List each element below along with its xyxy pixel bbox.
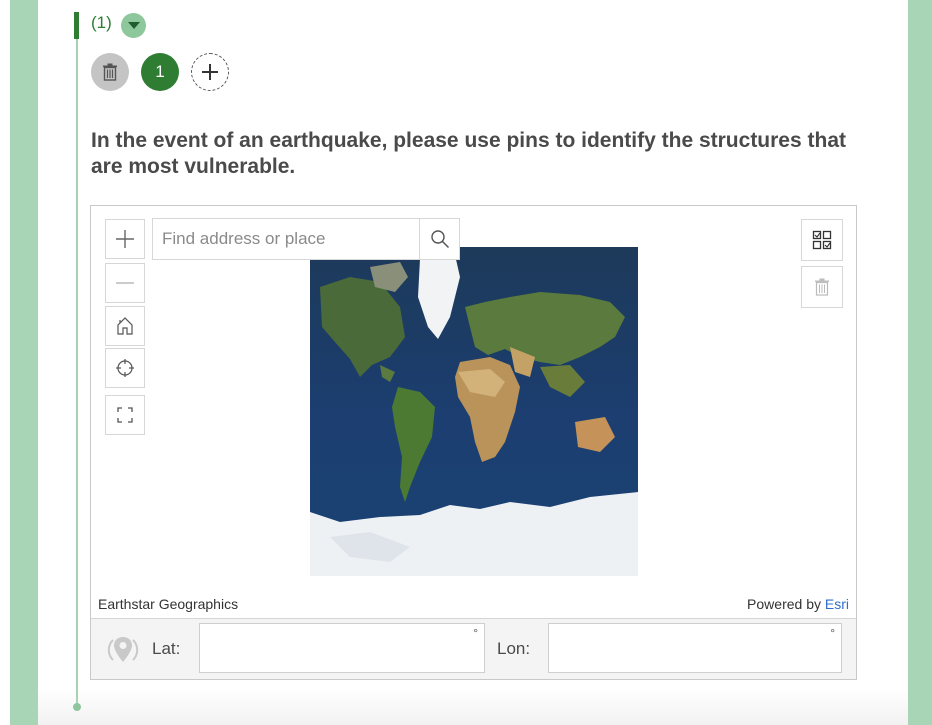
- world-imagery-basemap: [310, 247, 638, 576]
- lat-input[interactable]: [200, 624, 484, 672]
- address-search-input[interactable]: [153, 219, 420, 259]
- repeat-rail-line: [76, 14, 78, 707]
- select-features-icon: [812, 230, 832, 250]
- trash-icon: [103, 63, 117, 81]
- zoom-in-icon: [116, 230, 134, 248]
- repeat-rail-marker: [74, 12, 79, 39]
- home-icon: [117, 317, 133, 335]
- question-label: In the event of an earthquake, please us…: [91, 129, 846, 178]
- lon-field: °: [548, 623, 842, 673]
- map-attribution: Earthstar Geographics: [98, 596, 239, 612]
- home-button[interactable]: [105, 306, 145, 346]
- delete-features-button[interactable]: [801, 266, 843, 308]
- fullscreen-icon: [117, 407, 133, 423]
- fullscreen-button[interactable]: [105, 395, 145, 435]
- lon-degree-symbol: °: [830, 626, 835, 640]
- location-pin-icon: [107, 637, 139, 662]
- zoom-out-icon: [116, 282, 134, 284]
- zoom-in-button[interactable]: [105, 219, 145, 259]
- bottom-shadow: [38, 688, 908, 725]
- locate-icon: [116, 359, 134, 377]
- lon-label: Lon:: [497, 639, 531, 658]
- powered-by-label: Powered by Esri: [747, 596, 849, 612]
- delete-repeat-button[interactable]: [91, 53, 129, 91]
- lon-input[interactable]: [549, 624, 841, 672]
- lat-degree-symbol: °: [473, 626, 478, 640]
- address-search-box: [152, 218, 420, 260]
- powered-by-text: Powered by: [747, 596, 821, 612]
- add-repeat-button[interactable]: [191, 53, 229, 91]
- map-view[interactable]: Earthstar Geographics Powered by Esri: [91, 206, 856, 618]
- right-side-band: [908, 0, 932, 725]
- chevron-down-icon: [127, 22, 140, 29]
- use-current-location-button[interactable]: [105, 632, 141, 668]
- lat-field: °: [199, 623, 485, 673]
- trash-icon: [815, 278, 829, 296]
- esri-link[interactable]: Esri: [825, 596, 849, 612]
- select-features-button[interactable]: [801, 219, 843, 261]
- zoom-out-button[interactable]: [105, 263, 145, 303]
- search-button[interactable]: [419, 218, 460, 260]
- locate-button[interactable]: [105, 348, 145, 388]
- plus-icon: [202, 64, 218, 80]
- coordinate-entry-bar: Lat: ° Lon: °: [91, 618, 856, 679]
- left-side-band: [10, 0, 38, 725]
- repeat-instance-1-button[interactable]: 1: [141, 53, 179, 91]
- lat-label: Lat:: [152, 639, 181, 658]
- repeat-count-label: (1): [91, 13, 112, 32]
- repeat-rail-end-dot: [73, 703, 81, 711]
- repeat-collapse-toggle[interactable]: [121, 13, 146, 38]
- search-icon: [430, 230, 449, 249]
